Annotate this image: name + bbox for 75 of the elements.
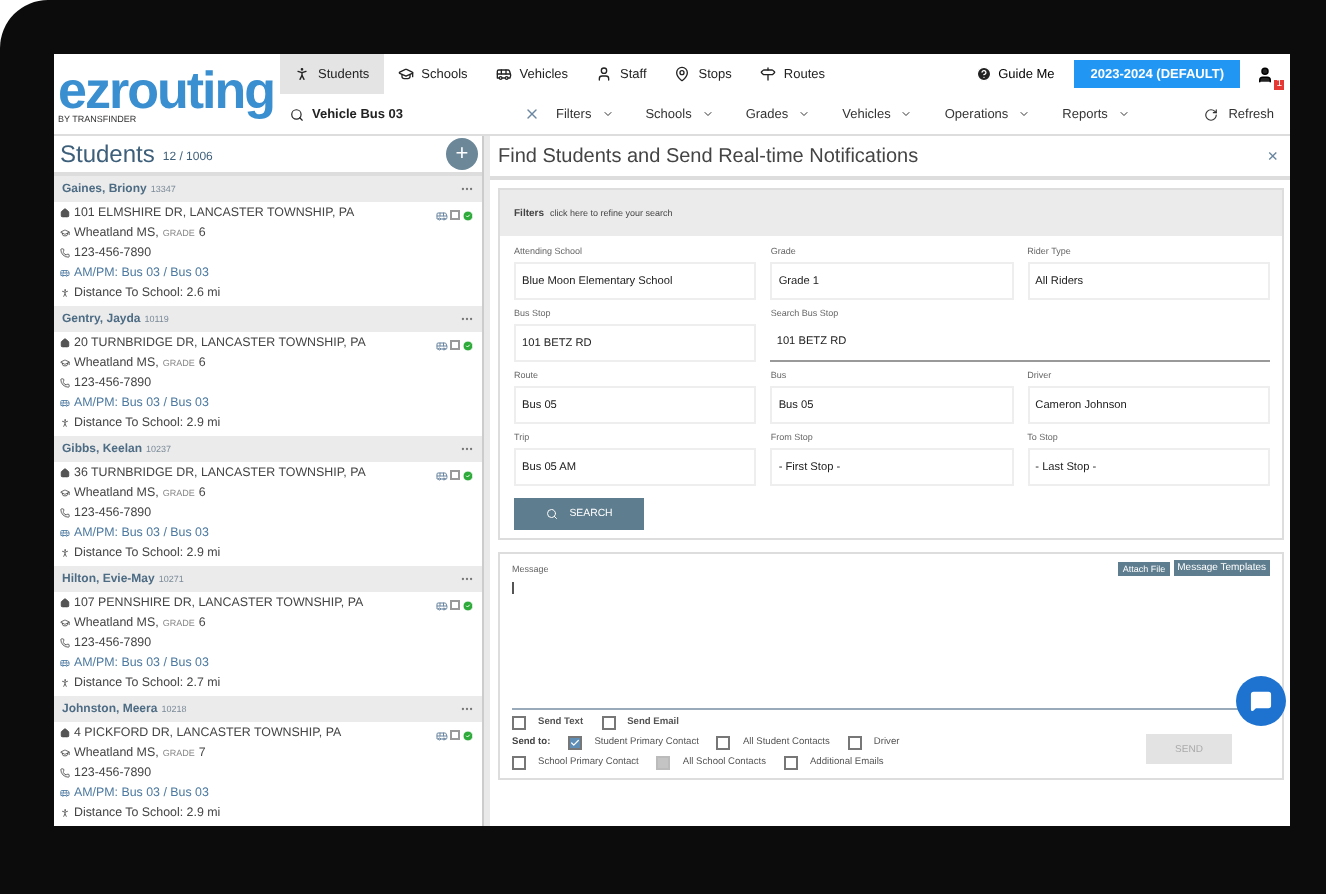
user-icon[interactable]: [1256, 65, 1274, 83]
bus-icon: [436, 340, 448, 352]
graduation-cap-icon: [60, 358, 70, 368]
signpost-icon: [759, 66, 776, 82]
check-circle-icon: [462, 340, 474, 352]
more-icon[interactable]: [460, 442, 474, 456]
bus-icon: [60, 268, 70, 278]
walking-person-icon: [60, 548, 70, 558]
more-icon[interactable]: [460, 702, 474, 716]
graduation-cap-icon: [60, 748, 70, 758]
bus-icon: [436, 730, 448, 742]
check-circle-icon: [462, 210, 474, 222]
walking-person-icon: [60, 418, 70, 428]
graduation-cap-icon: [60, 488, 70, 498]
walking-person-icon: [60, 288, 70, 298]
square-icon: [450, 730, 460, 740]
phone-icon: [60, 248, 70, 258]
chevron-down-icon: [1117, 108, 1130, 120]
checkbox[interactable]: [512, 716, 526, 730]
bus-icon: [60, 398, 70, 408]
person-icon: [596, 66, 613, 82]
graduation-cap-icon: [397, 66, 414, 82]
checkbox[interactable]: [601, 716, 616, 730]
check-circle-icon: [462, 730, 474, 742]
check-circle-icon: [462, 470, 474, 482]
walking-person-icon: [60, 678, 70, 688]
chevron-down-icon: [601, 108, 614, 120]
bus-icon: [60, 658, 70, 668]
search-icon: [290, 107, 304, 121]
panel-title: Find Students and Send Real-time Notifications: [498, 145, 919, 167]
search-icon: [545, 508, 558, 520]
phone-icon: [60, 638, 70, 648]
add-button[interactable]: +: [446, 138, 478, 170]
square-icon: [450, 210, 460, 220]
checkbox[interactable]: [512, 756, 526, 770]
bus-icon: [60, 528, 70, 538]
graduation-cap-icon: [60, 228, 70, 238]
more-icon[interactable]: [460, 182, 474, 196]
checkbox[interactable]: [568, 736, 583, 750]
chevron-down-icon: [701, 108, 714, 120]
map-pin-icon: [674, 66, 691, 82]
bus-icon: [436, 210, 448, 222]
check-circle-icon: [462, 600, 474, 612]
graduation-cap-icon: [60, 618, 70, 628]
house-icon: [60, 598, 70, 608]
house-icon: [60, 208, 70, 218]
more-icon[interactable]: [460, 312, 474, 326]
chevron-down-icon: [1018, 108, 1031, 120]
house-icon: [60, 338, 70, 348]
phone-icon: [60, 378, 70, 388]
bus-icon: [495, 66, 512, 82]
bus-icon: [436, 600, 448, 612]
chevron-down-icon: [798, 108, 811, 120]
chat-icon[interactable]: [1236, 676, 1286, 726]
square-icon: [450, 340, 460, 350]
refresh-icon: [1204, 107, 1219, 121]
bus-icon: [60, 788, 70, 798]
walking-person-icon: [294, 66, 310, 82]
close-button[interactable]: ×: [1267, 146, 1278, 166]
square-icon: [450, 600, 460, 610]
walking-person-icon: [60, 808, 70, 818]
phone-icon: [60, 508, 70, 518]
checkbox[interactable]: [716, 736, 731, 750]
more-icon[interactable]: [460, 572, 474, 586]
house-icon: [60, 728, 70, 738]
chevron-down-icon: [900, 108, 913, 120]
help-icon: [976, 66, 993, 82]
panel-title: Students: [60, 140, 155, 168]
phone-icon: [60, 768, 70, 778]
square-icon: [450, 470, 460, 480]
checkbox[interactable]: [847, 736, 862, 750]
bus-icon: [436, 470, 448, 482]
house-icon: [60, 468, 70, 478]
clear-icon[interactable]: [524, 106, 540, 122]
checkbox[interactable]: [783, 756, 798, 770]
